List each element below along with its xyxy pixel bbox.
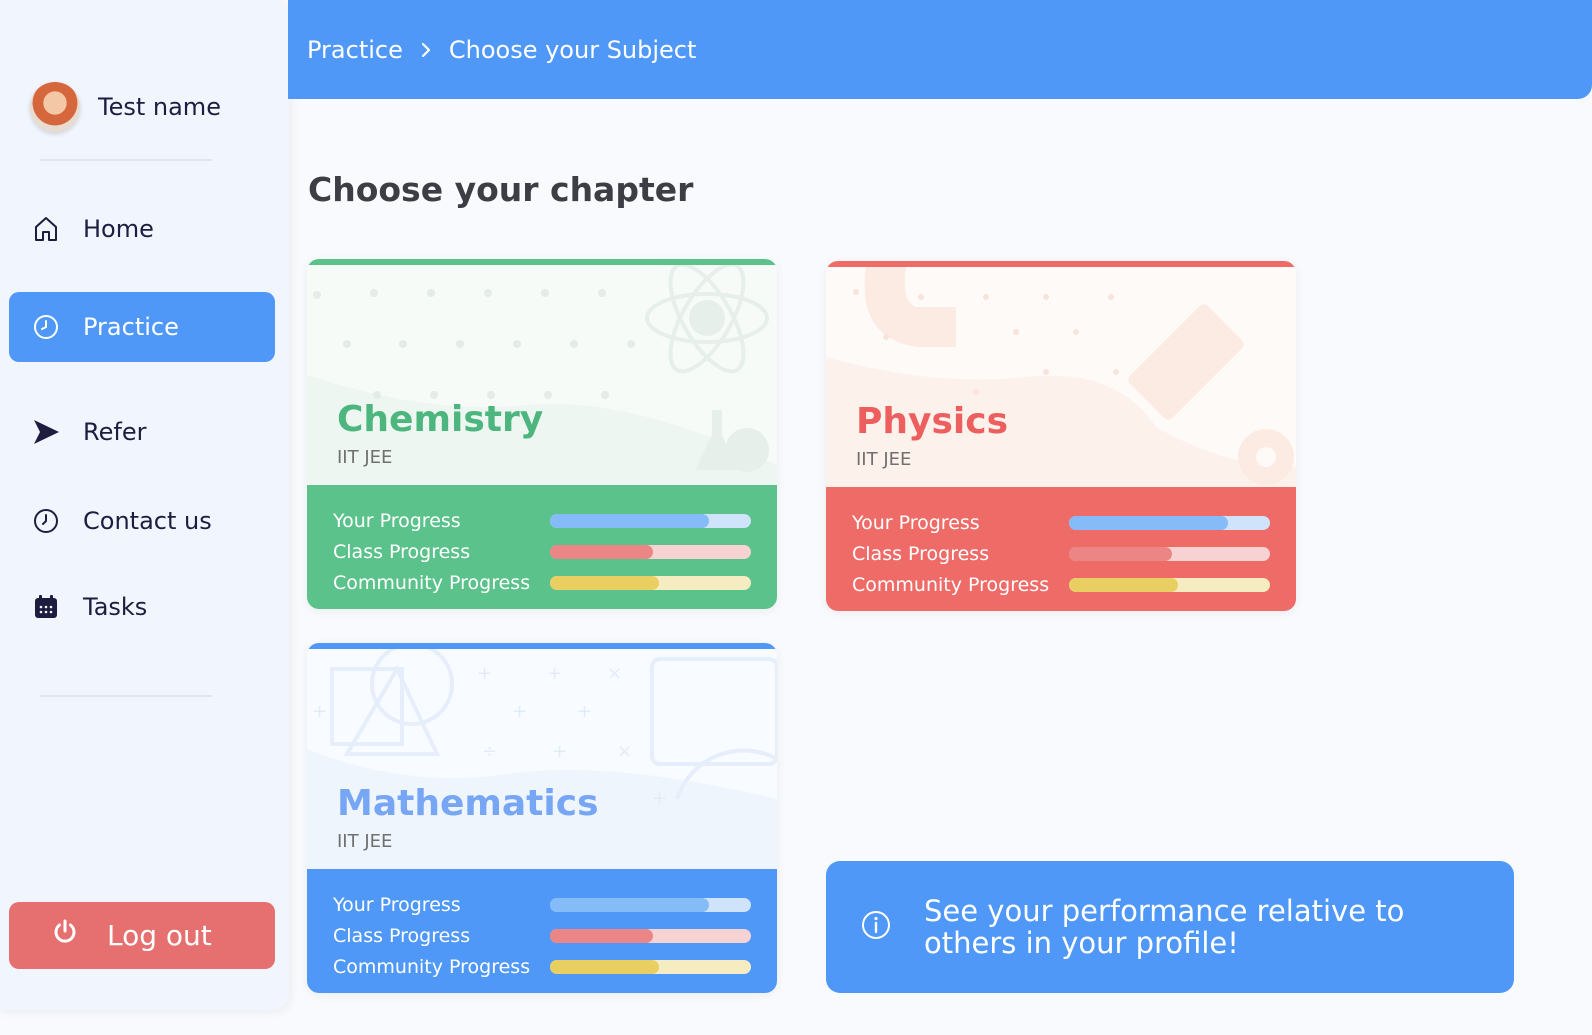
- progress-label: Community Progress: [333, 571, 531, 594]
- subject-card-mathematics[interactable]: + + × + + ÷ + × + + Mathematics IIT JEE Your P…: [307, 643, 777, 993]
- sidebar-divider: [40, 695, 212, 697]
- progress-panel: Your Progress Class Progress Community P…: [826, 487, 1296, 611]
- sidebar-item-label: Practice: [83, 313, 179, 341]
- sidebar-item-label: Refer: [83, 418, 147, 446]
- svg-text:×: ×: [617, 741, 632, 762]
- progress-label: Class Progress: [333, 924, 471, 947]
- svg-text:×: ×: [607, 663, 622, 684]
- card-header: Physics IIT JEE: [826, 261, 1296, 487]
- clock-icon: [31, 312, 61, 342]
- sidebar-divider: [40, 159, 212, 161]
- user-profile[interactable]: Test name: [30, 82, 221, 132]
- progress-row: Community Progress: [852, 569, 1270, 600]
- your-progress-bar: [1069, 515, 1270, 530]
- sidebar-item-practice[interactable]: Practice: [9, 292, 275, 362]
- progress-label: Your Progress: [852, 511, 980, 534]
- svg-text:+: +: [512, 701, 527, 722]
- profile-info-banner[interactable]: See your performance relative to others …: [826, 861, 1514, 993]
- clock-icon: [31, 506, 61, 536]
- progress-row: Class Progress: [333, 920, 751, 951]
- svg-text:+: +: [547, 663, 562, 684]
- top-bar: Practice Choose your Subject: [288, 0, 1592, 99]
- chevron-right-icon: [419, 36, 433, 64]
- sidebar-item-label: Contact us: [83, 507, 212, 535]
- your-progress-bar: [550, 513, 751, 528]
- progress-panel: Your Progress Class Progress Community P…: [307, 485, 777, 609]
- class-progress-bar: [1069, 546, 1270, 561]
- progress-label: Your Progress: [333, 509, 461, 532]
- calendar-icon: [31, 592, 61, 622]
- info-text: See your performance relative to others …: [924, 894, 1405, 960]
- logout-label: Log out: [107, 919, 212, 952]
- svg-text:÷: ÷: [482, 741, 497, 762]
- progress-row: Your Progress: [333, 505, 751, 536]
- progress-label: Community Progress: [333, 955, 531, 978]
- progress-label: Class Progress: [333, 540, 471, 563]
- sidebar-item-refer[interactable]: Refer: [9, 397, 275, 467]
- svg-text:+: +: [652, 788, 667, 809]
- info-icon: [860, 909, 892, 945]
- send-icon: [31, 417, 61, 447]
- breadcrumb-parent[interactable]: Practice: [307, 36, 403, 64]
- progress-label: Community Progress: [852, 573, 1050, 596]
- avatar: [30, 82, 80, 132]
- card-title: Mathematics: [337, 783, 599, 824]
- card-header: Chemistry IIT JEE: [307, 259, 777, 485]
- logout-button[interactable]: Log out: [9, 902, 275, 969]
- svg-text:+: +: [477, 663, 492, 684]
- class-progress-bar: [550, 544, 751, 559]
- class-progress-bar: [550, 928, 751, 943]
- card-subtitle: IIT JEE: [856, 449, 912, 470]
- svg-text:+: +: [552, 741, 567, 762]
- progress-row: Your Progress: [333, 889, 751, 920]
- svg-text:+: +: [577, 701, 592, 722]
- community-progress-bar: [1069, 577, 1270, 592]
- progress-row: Community Progress: [333, 951, 751, 982]
- card-title: Physics: [856, 401, 1009, 442]
- card-subtitle: IIT JEE: [337, 447, 393, 468]
- sidebar-item-home[interactable]: Home: [9, 194, 275, 264]
- progress-label: Your Progress: [333, 893, 461, 916]
- user-name: Test name: [98, 93, 221, 121]
- home-icon: [31, 214, 61, 244]
- card-header: + + × + + ÷ + × + + Mathematics IIT JEE: [307, 643, 777, 869]
- progress-label: Class Progress: [852, 542, 990, 565]
- community-progress-bar: [550, 959, 751, 974]
- sidebar-item-label: Tasks: [83, 593, 148, 621]
- sidebar-item-label: Home: [83, 215, 154, 243]
- subject-card-chemistry[interactable]: Chemistry IIT JEE Your Progress Class Pr…: [307, 259, 777, 609]
- progress-row: Class Progress: [852, 538, 1270, 569]
- page-title: Choose your chapter: [308, 170, 694, 209]
- your-progress-bar: [550, 897, 751, 912]
- power-icon: [51, 918, 79, 953]
- sidebar-item-tasks[interactable]: Tasks: [9, 572, 275, 642]
- breadcrumb-current: Choose your Subject: [448, 35, 697, 64]
- sidebar-item-contact-us[interactable]: Contact us: [9, 486, 275, 556]
- sidebar: Test name Home Practice Refer Contact us…: [0, 0, 289, 1010]
- card-subtitle: IIT JEE: [337, 831, 393, 852]
- community-progress-bar: [550, 575, 751, 590]
- svg-text:+: +: [312, 701, 327, 722]
- card-title: Chemistry: [337, 399, 544, 440]
- progress-panel: Your Progress Class Progress Community P…: [307, 869, 777, 993]
- progress-row: Your Progress: [852, 507, 1270, 538]
- progress-row: Community Progress: [333, 567, 751, 598]
- progress-row: Class Progress: [333, 536, 751, 567]
- subject-card-physics[interactable]: Physics IIT JEE Your Progress Class Prog…: [826, 261, 1296, 611]
